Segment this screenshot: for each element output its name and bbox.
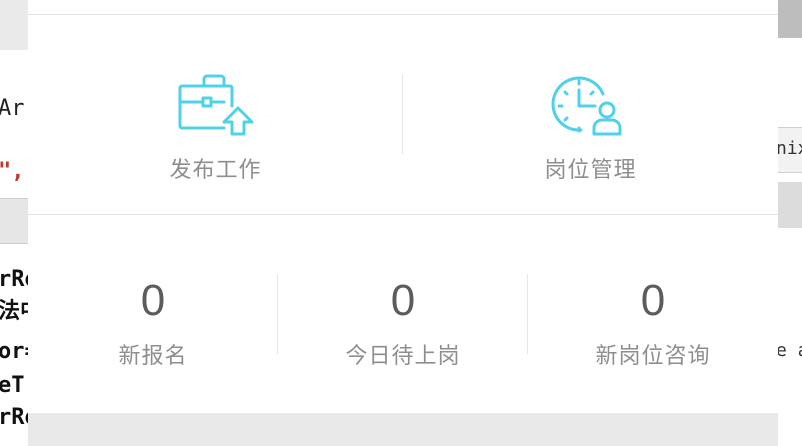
stat-today-onboarding[interactable]: 0 今日待上岗 [278, 274, 528, 384]
code-fragment: eT [0, 373, 25, 398]
background-editor-left: Arr ", rRo 法中 or= eT rRo [0, 0, 28, 446]
editor-divider [778, 182, 802, 228]
stat-value: 0 [390, 276, 416, 325]
stat-value: 0 [140, 276, 166, 325]
code-fragment: 法中 [0, 299, 28, 324]
publish-job-label: 发布工作 [169, 158, 262, 183]
publish-job-button[interactable]: 发布工作 [28, 70, 403, 190]
stat-new-job-inquiries[interactable]: 0 新岗位咨询 [528, 274, 778, 384]
editor-header-strip [778, 0, 802, 38]
code-fragment: rRo [0, 267, 28, 292]
dashboard-card: 发布工作 岗位管理 0 新报名 0 今日待上岗 0 新岗位咨询 [28, 0, 778, 446]
briefcase-upload-icon [178, 74, 253, 136]
stat-label: 今日待上岗 [345, 344, 461, 369]
job-management-label: 岗位管理 [544, 158, 637, 183]
code-fragment: Arr [0, 96, 28, 121]
code-fragment: e a [778, 340, 802, 361]
stat-new-signups[interactable]: 0 新报名 [28, 274, 278, 384]
code-fragment: ", [0, 159, 25, 184]
clock-person-icon [551, 76, 621, 136]
code-fragment: or= [0, 339, 28, 364]
divider [28, 214, 778, 215]
job-management-button[interactable]: 岗位管理 [403, 70, 778, 190]
card-footer [28, 413, 778, 446]
code-fragment: rRo [0, 405, 28, 430]
editor-toolbar-strip [0, 0, 28, 50]
editor-divider [0, 198, 28, 244]
stat-value: 0 [640, 276, 666, 325]
code-fragment: nix [778, 138, 802, 159]
background-editor-right: nix e a [778, 0, 802, 446]
stat-label: 新岗位咨询 [595, 344, 711, 369]
stat-label: 新报名 [118, 344, 188, 369]
editor-tab: nix [778, 127, 802, 173]
divider [28, 14, 778, 15]
